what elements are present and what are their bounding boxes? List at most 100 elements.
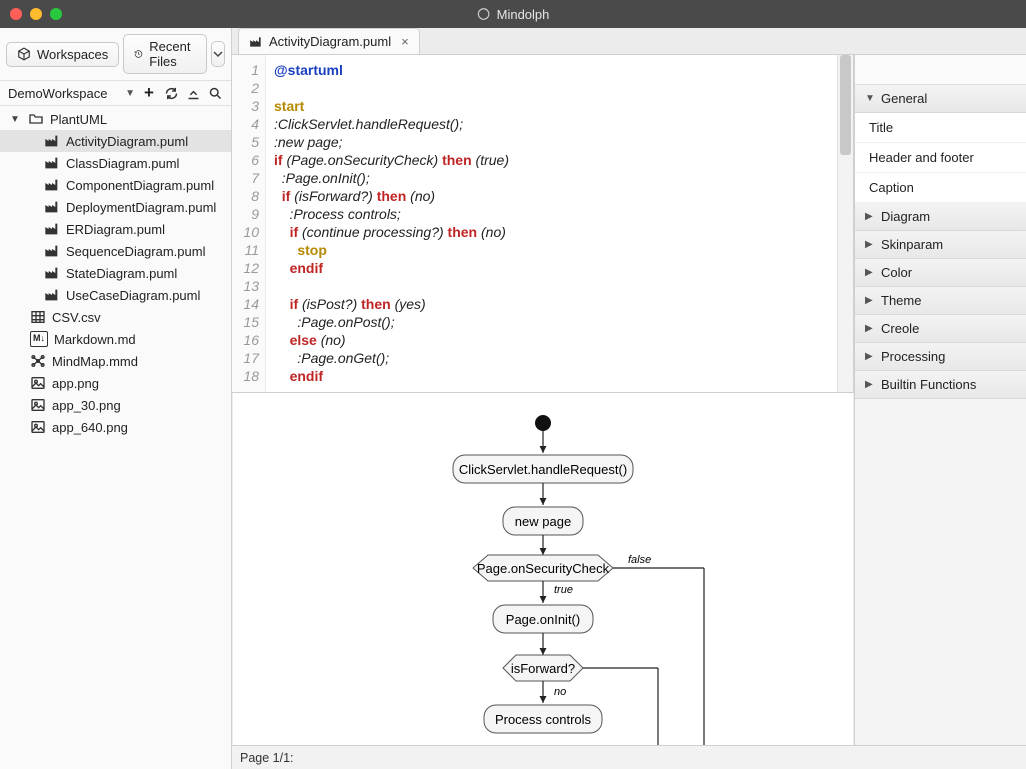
code-line[interactable]: :Page.onGet();	[274, 349, 829, 367]
status-bar: Page 1/1:	[232, 745, 1026, 769]
code-line[interactable]: @startuml	[274, 61, 829, 79]
tree-file[interactable]: ClassDiagram.puml	[0, 152, 231, 174]
code-line[interactable]: :new page;	[274, 133, 829, 151]
collapse-icon	[186, 86, 201, 101]
line-number: 6	[232, 151, 259, 169]
factory-icon	[249, 35, 263, 49]
tree-file[interactable]: CSV.csv	[0, 306, 231, 328]
window-maximize-button[interactable]	[50, 8, 62, 20]
scrollbar-thumb[interactable]	[840, 55, 851, 155]
chevron-right-icon: ▶	[865, 295, 875, 306]
line-number: 7	[232, 169, 259, 187]
file-tree[interactable]: ▼ PlantUML ActivityDiagram.puml ClassDiag…	[0, 106, 231, 769]
refresh-button[interactable]	[163, 85, 179, 101]
code-line[interactable]	[274, 79, 829, 97]
overflow-button[interactable]	[211, 41, 226, 67]
line-number: 18	[232, 367, 259, 385]
accordion-section-label: Builtin Functions	[881, 377, 976, 392]
tree-file[interactable]: M↓Markdown.md	[0, 328, 231, 350]
refresh-icon	[164, 86, 179, 101]
tree-file[interactable]: StateDiagram.puml	[0, 262, 231, 284]
code-line[interactable]: else (no)	[274, 331, 829, 349]
chevron-down-icon: ▼	[865, 93, 875, 104]
recent-files-tab[interactable]: Recent Files	[123, 34, 206, 74]
workspace-selector[interactable]: DemoWorkspace ▼	[8, 86, 135, 101]
snippet-item[interactable]: Title	[855, 113, 1026, 143]
tree-file[interactable]: ComponentDiagram.puml	[0, 174, 231, 196]
titlebar: Mindolph	[0, 0, 1026, 28]
line-number: 2	[232, 79, 259, 97]
snippet-item[interactable]: Header and footer	[855, 143, 1026, 173]
diagram-preview[interactable]: ClickServlet.handleRequest() new page Pa…	[232, 393, 854, 745]
line-number: 15	[232, 313, 259, 331]
editor-scrollbar[interactable]	[837, 55, 853, 392]
chevron-right-icon: ▶	[865, 239, 875, 250]
code-line[interactable]: if (Page.onSecurityCheck) then (true)	[274, 151, 829, 169]
add-button[interactable]: +	[141, 85, 157, 101]
code-line[interactable]: :ClickServlet.handleRequest();	[274, 115, 829, 133]
accordion-section[interactable]: ▶Creole	[855, 315, 1026, 343]
code-editor[interactable]: 123456789101112131415161718 @startuml st…	[232, 55, 854, 393]
factory-icon	[44, 221, 60, 237]
accordion-section[interactable]: ▶Diagram	[855, 203, 1026, 231]
tree-file-label: DeploymentDiagram.puml	[66, 200, 216, 215]
line-number: 17	[232, 349, 259, 367]
workspaces-tab[interactable]: Workspaces	[6, 42, 119, 67]
tree-file-label: ClassDiagram.puml	[66, 156, 179, 171]
code-line[interactable]	[274, 277, 829, 295]
search-button[interactable]	[207, 85, 223, 101]
line-number: 1	[232, 61, 259, 79]
code-line[interactable]: start	[274, 97, 829, 115]
chevron-down-icon: ▼	[10, 114, 22, 125]
accordion-section[interactable]: ▶ Skinparam	[855, 231, 1026, 259]
table-icon	[30, 309, 46, 325]
tree-file-label: app_30.png	[52, 398, 121, 413]
chevron-right-icon: ▶	[865, 323, 875, 334]
accordion-section[interactable]: ▶Theme	[855, 287, 1026, 315]
code-line[interactable]: :Page.onPost();	[274, 313, 829, 331]
document-tab-activitydiagram[interactable]: ActivityDiagram.puml ×	[238, 28, 420, 54]
code-line[interactable]: endif	[274, 259, 829, 277]
workspace-name: DemoWorkspace	[8, 86, 107, 101]
code-line[interactable]: :Process controls;	[274, 205, 829, 223]
tree-file-label: SequenceDiagram.puml	[66, 244, 205, 259]
line-number: 8	[232, 187, 259, 205]
svg-text:isForward?: isForward?	[511, 661, 575, 676]
document-tab-label: ActivityDiagram.puml	[269, 34, 391, 49]
accordion-section[interactable]: ▶Builtin Functions	[855, 371, 1026, 399]
tree-file[interactable]: app_30.png	[0, 394, 231, 416]
accordion-section[interactable]: ▶Color	[855, 259, 1026, 287]
code-line[interactable]: if (continue processing?) then (no)	[274, 223, 829, 241]
tree-file-label: app.png	[52, 376, 99, 391]
tree-file[interactable]: app.png	[0, 372, 231, 394]
window-minimize-button[interactable]	[30, 8, 42, 20]
code-line[interactable]: if (isPost?) then (yes)	[274, 295, 829, 313]
tree-file[interactable]: ActivityDiagram.puml	[0, 130, 231, 152]
tree-file[interactable]: MindMap.mmd	[0, 350, 231, 372]
image-icon	[30, 397, 46, 413]
code-line[interactable]: stop	[274, 241, 829, 259]
line-number: 14	[232, 295, 259, 313]
tree-file[interactable]: ERDiagram.puml	[0, 218, 231, 240]
collapse-button[interactable]	[185, 85, 201, 101]
accordion-general[interactable]: ▼ General	[855, 85, 1026, 113]
tree-file[interactable]: DeploymentDiagram.puml	[0, 196, 231, 218]
code-line[interactable]: endif	[274, 367, 829, 385]
close-tab-button[interactable]: ×	[401, 34, 409, 49]
tree-file[interactable]: SequenceDiagram.puml	[0, 240, 231, 262]
code-line[interactable]: :Page.onInit();	[274, 169, 829, 187]
window-close-button[interactable]	[10, 8, 22, 20]
accordion-section[interactable]: ▶Processing	[855, 343, 1026, 371]
snippet-item[interactable]: Caption	[855, 173, 1026, 203]
accordion-section-label: Skinparam	[881, 237, 943, 252]
code-area[interactable]: @startuml start:ClickServlet.handleReque…	[266, 55, 837, 392]
sidebar-top-blank	[855, 55, 1026, 85]
tree-file[interactable]: app_640.png	[0, 416, 231, 438]
tree-file-label: Markdown.md	[54, 332, 136, 347]
code-line[interactable]: if (isForward?) then (no)	[274, 187, 829, 205]
accordion-section-label: Diagram	[881, 209, 930, 224]
accordion-section-label: Color	[881, 265, 912, 280]
tree-folder-plantuml[interactable]: ▼ PlantUML	[0, 108, 231, 130]
tree-file[interactable]: UseCaseDiagram.puml	[0, 284, 231, 306]
factory-icon	[44, 287, 60, 303]
